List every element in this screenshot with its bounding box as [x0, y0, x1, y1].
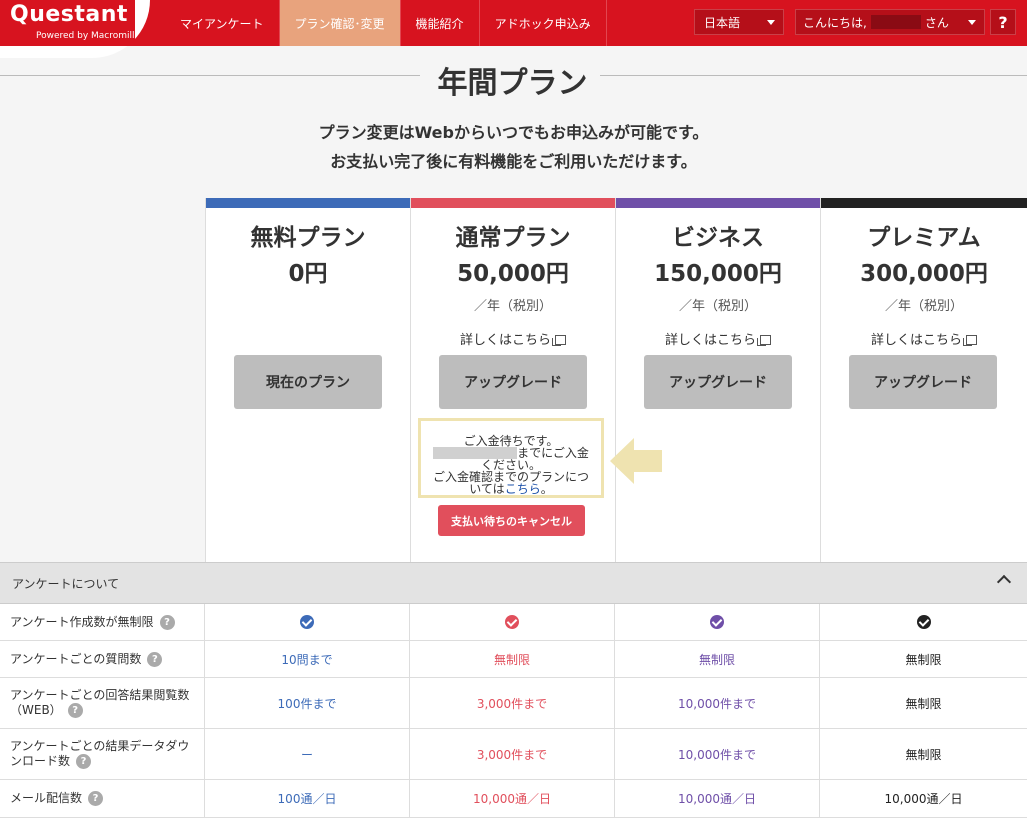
logo-title: Questant: [10, 2, 128, 27]
question-icon[interactable]: ?: [147, 651, 163, 667]
user-menu[interactable]: こんにちは, さん: [795, 9, 985, 35]
question-icon[interactable]: ?: [159, 614, 175, 630]
logo[interactable]: Questant Powered by Macromill: [0, 0, 150, 58]
question-icon[interactable]: ?: [67, 703, 83, 718]
chevron-down-icon: [968, 20, 976, 25]
notice-line-5: いては: [469, 482, 505, 496]
feature-value: 100通／日: [205, 780, 410, 817]
feature-value: 10,000通／日: [884, 792, 963, 806]
plan-name: 無料プラン: [250, 225, 366, 251]
chevron-down-icon: [767, 20, 775, 25]
feature-value: 無制限: [905, 747, 942, 762]
plan-name: 通常プラン: [455, 225, 571, 251]
plan-detail-label: 詳しくはこちら: [870, 333, 962, 348]
feature-value: 3,000件まで: [410, 729, 615, 779]
feature-label: アンケート作成数が無制限: [10, 614, 154, 629]
plan-price: 0円: [288, 261, 328, 287]
plan-detail-label: 詳しくはこちら: [459, 333, 551, 348]
top-header: Questant Powered by Macromill マイアンケート プラ…: [0, 0, 1027, 58]
plan-free: 無料プラン 0円 現在のプラン: [205, 198, 410, 562]
plan-detail-link[interactable]: 詳しくはこちら: [821, 329, 1027, 348]
table-row: アンケートごとの結果データダウンロード数? ー 3,000件まで 10,000件…: [0, 729, 1027, 780]
notice-link[interactable]: こちら: [505, 482, 541, 496]
plan-color-bar: [411, 198, 615, 208]
plan-detail-link[interactable]: 詳しくはこちら: [411, 329, 615, 348]
plan-price: 150,000円: [654, 261, 782, 287]
check-circle-icon: [505, 615, 519, 629]
feature-value: 無制限: [905, 696, 942, 711]
nav-my-survey[interactable]: マイアンケート: [165, 0, 279, 46]
cancel-payment-button[interactable]: 支払い待ちのキャンセル: [438, 505, 585, 536]
question-icon[interactable]: ?: [88, 791, 104, 806]
plan-price: 50,000円: [457, 261, 569, 287]
intro-line-2: お支払い完了後に有料機能をご利用いただけます。: [330, 152, 697, 171]
table-row: アンケート作成数が無制限?: [0, 604, 1027, 641]
plan-color-bar: [821, 198, 1027, 208]
nav-plan[interactable]: プラン確認･変更: [279, 0, 400, 46]
section-header-survey[interactable]: アンケートについて: [0, 562, 1027, 604]
question-icon[interactable]: ?: [76, 754, 92, 769]
help-button[interactable]: ?: [990, 9, 1016, 35]
table-row: メール配信数? 100通／日 10,000通／日 10,000通／日 10,00…: [0, 780, 1027, 818]
plan-detail-link[interactable]: 詳しくはこちら: [616, 329, 820, 348]
feature-label: メール配信数: [10, 791, 83, 805]
feature-value: 10問まで: [205, 641, 410, 677]
feature-value: 10,000件まで: [615, 678, 820, 728]
chevron-up-icon[interactable]: [996, 574, 1012, 590]
page-title-area: 年間プラン: [0, 58, 1027, 101]
page-title: 年間プラン: [437, 66, 588, 101]
language-select[interactable]: 日本語: [694, 9, 784, 35]
check-circle-icon: [300, 615, 314, 629]
plan-color-bar: [206, 198, 410, 208]
feature-label: アンケートごとの質問数: [10, 651, 142, 666]
divider: [0, 75, 420, 76]
current-plan-button[interactable]: 現在のプラン: [234, 355, 382, 409]
feature-value: 10,000通／日: [410, 780, 615, 817]
divider: [600, 75, 1027, 76]
plan-name: ビジネス: [672, 225, 764, 251]
nav-features[interactable]: 機能紹介: [401, 0, 479, 46]
check-circle-icon: [710, 615, 724, 629]
intro-text: プラン変更はWebからいつでもお申込みが可能です。 お支払い完了後に有料機能をご…: [0, 118, 1027, 176]
arrow-left-icon: [610, 438, 662, 484]
plan-period: ／年（税別）: [678, 299, 757, 314]
nav-adhoc[interactable]: アドホック申込み: [480, 0, 606, 46]
feature-value: 無制限: [615, 641, 820, 677]
external-window-icon: [757, 335, 771, 346]
masked-username: [870, 15, 921, 29]
external-window-icon: [963, 335, 977, 346]
feature-value: 100件まで: [205, 678, 410, 728]
external-window-icon: [552, 335, 566, 346]
feature-value: 無制限: [410, 641, 615, 677]
language-value: 日本語: [704, 15, 741, 30]
plan-name: プレミアム: [867, 225, 981, 251]
main-nav: マイアンケート プラン確認･変更 機能紹介 アドホック申込み: [165, 0, 607, 46]
plan-period: ／年（税別）: [473, 299, 552, 314]
intro-line-1: プラン変更はWebからいつでもお申込みが可能です。: [318, 123, 709, 142]
check-circle-icon: [916, 615, 931, 629]
feature-value: 無制限: [905, 652, 942, 667]
greeting-suffix: さん: [924, 15, 949, 30]
plan-color-bar: [616, 198, 820, 208]
payment-pending-notice: ご入金待ちです。 までにご入金 ください。 ご入金確認までのプランにつ いてはこ…: [418, 418, 604, 498]
plan-price: 300,000円: [860, 261, 988, 287]
feature-value: 3,000件まで: [410, 678, 615, 728]
upgrade-button[interactable]: アップグレード: [849, 355, 997, 409]
plan-detail-label: 詳しくはこちら: [664, 333, 756, 348]
greeting-prefix: こんにちは,: [803, 15, 867, 30]
section-title: アンケートについて: [12, 576, 120, 591]
table-row: アンケートごとの回答結果閲覧数（WEB）? 100件まで 3,000件まで 10…: [0, 678, 1027, 729]
plan-business: ビジネス 150,000円 ／年（税別） 詳しくはこちら アップグレード: [615, 198, 820, 562]
feature-value: ー: [205, 729, 410, 779]
plan-premium: プレミアム 300,000円 ／年（税別） 詳しくはこちら アップグレード: [820, 198, 1027, 562]
upgrade-button[interactable]: アップグレード: [644, 355, 792, 409]
feature-label: アンケートごとの回答結果閲覧数（WEB）: [10, 688, 190, 717]
feature-label: アンケートごとの結果データダウンロード数: [10, 739, 190, 768]
feature-value: 10,000通／日: [615, 780, 820, 817]
upgrade-button[interactable]: アップグレード: [439, 355, 587, 409]
plan-period: ／年（税別）: [884, 299, 963, 314]
table-row: アンケートごとの質問数? 10問まで 無制限 無制限 無制限: [0, 641, 1027, 678]
feature-value: 10,000件まで: [615, 729, 820, 779]
logo-subtitle: Powered by Macromill: [36, 31, 135, 41]
